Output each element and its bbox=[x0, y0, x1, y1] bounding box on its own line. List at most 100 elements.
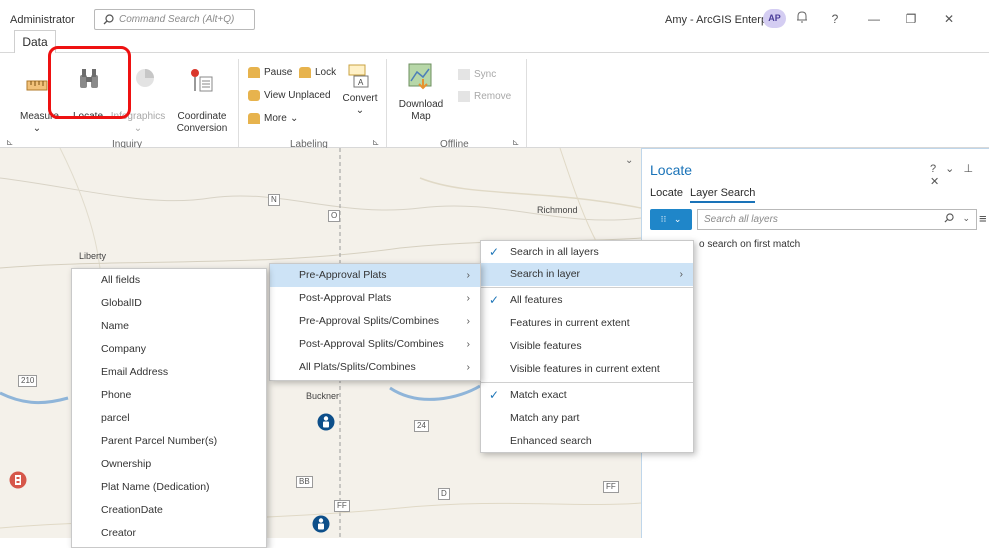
menu-item-field[interactable]: Ownership bbox=[72, 453, 266, 476]
more-label-icon bbox=[248, 113, 260, 124]
labeling-launcher-icon[interactable]: ⊾ bbox=[372, 137, 380, 148]
menu-icon[interactable]: ≡ bbox=[979, 211, 989, 226]
close-button[interactable]: ✕ bbox=[940, 10, 958, 28]
download-map-button[interactable]: Download Map bbox=[396, 63, 446, 135]
coordinate-conversion-button[interactable]: Coordinate Conversion bbox=[172, 65, 232, 135]
convert-icon: A bbox=[348, 64, 369, 88]
restore-button[interactable]: ❐ bbox=[902, 10, 920, 28]
more-label: More bbox=[264, 113, 287, 124]
menu-item-visible-features-in-current-extent[interactable]: Visible features in current extent bbox=[481, 358, 693, 381]
menu-item-match-any-part[interactable]: Match any part bbox=[481, 407, 693, 430]
download-map-icon bbox=[408, 63, 432, 90]
pane-title: Locate bbox=[650, 162, 693, 178]
menu-item-post-approval-plats[interactable]: Post-Approval Plats › bbox=[270, 287, 480, 310]
menu-item-field[interactable]: GlobalID bbox=[72, 292, 266, 315]
chevron-down-icon[interactable]: ⌄ bbox=[962, 213, 970, 224]
search-icon bbox=[103, 14, 114, 25]
user-role-label: Administrator bbox=[10, 14, 75, 26]
download-map-label-2: Map bbox=[411, 111, 431, 122]
highway-shield: BB bbox=[296, 476, 313, 488]
chevron-right-icon: › bbox=[466, 338, 471, 350]
ribbon: Measure ⌄ Locate Infographics ⌄ Coordina… bbox=[0, 52, 989, 150]
search-options-button[interactable]: ⁝⁝ ⌄ bbox=[650, 209, 692, 230]
menu-item-all-features[interactable]: ✓ All features bbox=[481, 289, 693, 312]
menu-item-field[interactable]: parcel bbox=[72, 407, 266, 430]
remove-icon bbox=[458, 91, 470, 102]
hospital-marker-icon[interactable] bbox=[9, 471, 27, 489]
chevron-right-icon: › bbox=[679, 268, 684, 280]
coordinate-label-2: Conversion bbox=[176, 123, 228, 134]
offline-launcher-icon[interactable]: ⊾ bbox=[512, 137, 520, 148]
menu-item-field[interactable]: All fields bbox=[72, 269, 266, 292]
remove-label: Remove bbox=[474, 91, 512, 102]
menu-item-search-all-layers[interactable]: ✓ Search in all layers bbox=[481, 241, 693, 264]
check-icon: ✓ bbox=[489, 245, 500, 259]
title-bar: Administrator Command Search (Alt+Q) Amy… bbox=[0, 0, 989, 36]
menu-item-pre-approval-plats[interactable]: Pre-Approval Plats › bbox=[270, 264, 480, 287]
highway-shield: 24 bbox=[414, 420, 429, 432]
fields-submenu: All fields GlobalID Name Company Email A… bbox=[71, 268, 267, 548]
chevron-right-icon: › bbox=[466, 361, 471, 373]
notifications-bell-icon[interactable] bbox=[793, 10, 811, 28]
menu-item-field[interactable]: Name bbox=[72, 315, 266, 338]
map-collapse-chevron-icon[interactable]: ⌄ bbox=[625, 155, 633, 166]
lock-label: Lock bbox=[315, 67, 337, 78]
coordinate-label-1: Coordinate bbox=[177, 111, 227, 122]
help-button[interactable]: ? bbox=[826, 10, 844, 28]
command-search-input[interactable]: Command Search (Alt+Q) bbox=[94, 9, 255, 30]
layer-search-input[interactable]: Search all layers ⌄ bbox=[697, 209, 977, 230]
search-options-menu: ✓ Search in all layers Search in layer ›… bbox=[480, 240, 694, 453]
convert-label: Convert bbox=[342, 93, 378, 104]
menu-item-search-in-layer[interactable]: Search in layer › bbox=[481, 263, 693, 286]
highway-shield: D bbox=[438, 488, 450, 500]
annotation-highlight bbox=[48, 46, 131, 119]
lock-label-icon bbox=[299, 67, 311, 78]
menu-item-field[interactable]: Email Address bbox=[72, 361, 266, 384]
person-marker-icon[interactable] bbox=[312, 514, 330, 534]
download-map-label-1: Download bbox=[398, 99, 444, 110]
menu-item-post-approval-splits-combines[interactable]: Post-Approval Splits/Combines › bbox=[270, 333, 480, 356]
tab-locate[interactable]: Locate bbox=[650, 187, 683, 199]
map-label-richmond: Richmond bbox=[537, 205, 578, 215]
minimize-button[interactable]: — bbox=[865, 10, 883, 28]
menu-item-field[interactable]: Phone bbox=[72, 384, 266, 407]
highway-shield: O bbox=[328, 210, 341, 222]
chevron-right-icon: › bbox=[466, 292, 471, 304]
convert-button[interactable]: A Convert ⌄ bbox=[340, 63, 380, 135]
map-label-buckner: Buckner bbox=[306, 391, 340, 401]
menu-item-field[interactable]: CreationDate bbox=[72, 499, 266, 522]
menu-item-match-exact[interactable]: ✓ Match exact bbox=[481, 384, 693, 407]
layers-submenu: Pre-Approval Plats › Post-Approval Plats… bbox=[269, 263, 481, 381]
infographics-icon bbox=[136, 69, 154, 87]
ruler-icon bbox=[26, 80, 48, 91]
highway-shield: FF bbox=[603, 481, 619, 493]
menu-item-field[interactable]: Creator bbox=[72, 522, 266, 545]
menu-item-enhanced-search[interactable]: Enhanced search bbox=[481, 430, 693, 453]
menu-item-features-in-current-extent[interactable]: Features in current extent bbox=[481, 312, 693, 335]
check-icon: ✓ bbox=[489, 388, 500, 402]
chevron-right-icon: › bbox=[466, 315, 471, 327]
pause-label: Pause bbox=[264, 67, 293, 78]
highway-shield: N bbox=[268, 194, 280, 206]
menu-item-all-plats-splits-combines[interactable]: All Plats/Splits/Combines › bbox=[270, 356, 480, 379]
menu-item-pre-approval-splits-combines[interactable]: Pre-Approval Splits/Combines › bbox=[270, 310, 480, 333]
pause-label-icon bbox=[248, 67, 260, 78]
tab-layer-search[interactable]: Layer Search bbox=[690, 187, 756, 203]
options-icon: ⁝⁝ bbox=[660, 214, 667, 224]
search-icon[interactable] bbox=[944, 213, 954, 223]
menu-item-field[interactable]: Company bbox=[72, 338, 266, 361]
group-launcher-icon[interactable]: ⊾ bbox=[6, 137, 14, 148]
menu-item-field[interactable]: Plat Name (Dedication) bbox=[72, 476, 266, 499]
menu-item-visible-features[interactable]: Visible features bbox=[481, 335, 693, 358]
chevron-right-icon: › bbox=[466, 269, 471, 281]
highway-shield: 210 bbox=[18, 375, 38, 387]
view-unplaced-icon bbox=[248, 90, 260, 101]
avatar[interactable]: AP bbox=[763, 9, 786, 28]
person-marker-icon[interactable] bbox=[317, 412, 335, 432]
search-placeholder: Search all layers bbox=[704, 214, 778, 225]
pane-header-controls[interactable]: ? ⌄ ⊥ ✕ bbox=[930, 162, 989, 188]
menu-item-field[interactable]: Parent Parcel Number(s) bbox=[72, 430, 266, 453]
sync-icon bbox=[458, 69, 470, 80]
check-icon: ✓ bbox=[489, 293, 500, 307]
map-label-liberty: Liberty bbox=[79, 251, 107, 261]
